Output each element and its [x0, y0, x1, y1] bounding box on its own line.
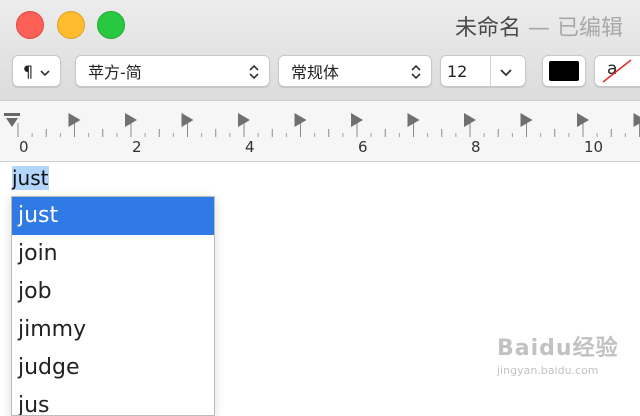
ruler-label: 8	[471, 138, 481, 156]
suggestion-item-job[interactable]: job	[12, 273, 214, 311]
suggestion-item-just[interactable]: just	[12, 197, 214, 235]
font-family-popup[interactable]: 苹方-简	[75, 55, 270, 87]
ruler[interactable]: 0 2 4 6 8 10	[0, 100, 640, 162]
document-name: 未命名	[455, 16, 521, 41]
autocomplete-popup[interactable]: justjoinjobjimmyjudgejus	[11, 196, 215, 416]
ruler-label: 6	[358, 138, 368, 156]
suggestion-item-join[interactable]: join	[12, 235, 214, 273]
up-down-chevron-icon	[409, 64, 423, 80]
combo-divider	[490, 56, 491, 86]
text-color-well[interactable]	[542, 55, 586, 87]
window-title: 未命名 — 已编辑	[455, 10, 623, 42]
font-style-popup[interactable]: 常规体	[278, 55, 432, 87]
up-down-chevron-icon	[247, 64, 261, 80]
title-separator: —	[528, 16, 550, 41]
paragraph-icon: ¶	[13, 62, 33, 81]
font-family-value: 苹方-简	[76, 59, 142, 83]
font-style-value: 常规体	[279, 59, 339, 83]
font-size-value[interactable]: 12	[441, 62, 467, 81]
suggestion-item-jus[interactable]: jus	[12, 387, 214, 416]
title-bar: 未命名 — 已编辑 ¶ 苹方-简 常规体 12 a	[0, 0, 640, 100]
highlight-color-well[interactable]: a	[594, 55, 640, 87]
suggestion-item-jimmy[interactable]: jimmy	[12, 311, 214, 349]
watermark-site: jingyan.baidu.com	[497, 364, 599, 377]
selected-word[interactable]: just	[12, 166, 49, 190]
watermark: Baidu经验 jingyan.baidu.com	[497, 330, 619, 362]
ruler-label: 2	[132, 138, 142, 156]
ruler-label: 10	[584, 138, 603, 156]
zoom-window-button[interactable]	[97, 11, 125, 39]
document-text[interactable]: just	[12, 166, 49, 190]
ruler-label: 0	[19, 138, 29, 156]
font-size-combo[interactable]: 12	[440, 55, 526, 87]
minimize-window-button[interactable]	[57, 11, 85, 39]
no-highlight-slash-icon	[599, 58, 635, 84]
ruler-ticks	[0, 101, 640, 161]
watermark-brand: Baidu经验	[497, 330, 619, 362]
edited-status: 已编辑	[557, 16, 623, 41]
text-color-swatch	[549, 61, 579, 81]
suggestion-item-judge[interactable]: judge	[12, 349, 214, 387]
chevron-down-icon[interactable]	[499, 65, 513, 81]
close-window-button[interactable]	[16, 11, 44, 39]
ruler-label: 4	[245, 138, 255, 156]
chevron-down-icon	[38, 65, 52, 81]
paragraph-style-popup[interactable]: ¶	[12, 55, 61, 87]
